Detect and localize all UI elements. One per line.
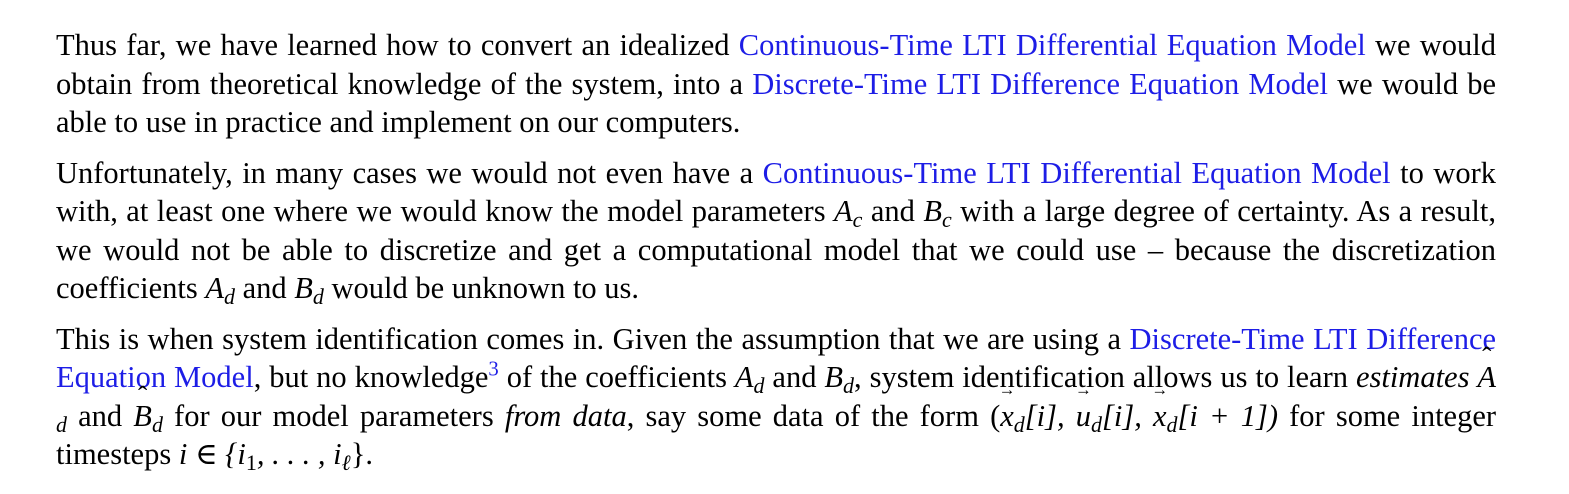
math-subscript: d xyxy=(1166,411,1178,437)
text-span: This is when system identification comes… xyxy=(56,321,1130,356)
paragraph-1: Thus far, we have learned how to convert… xyxy=(56,26,1496,142)
math-symbol: B xyxy=(824,360,844,394)
vector-u: → u xyxy=(1075,381,1092,436)
math-symbol: B xyxy=(294,271,313,305)
math-paren: ( xyxy=(990,398,1001,433)
document-body: Thus far, we have learned how to convert… xyxy=(56,26,1496,486)
math-subscript: d xyxy=(1091,411,1102,437)
vector-arrow-icon: → xyxy=(998,379,1016,399)
math-Ad: Ad xyxy=(734,360,765,397)
vector-arrow-icon: → xyxy=(1075,379,1092,399)
footnote-marker[interactable]: 3 xyxy=(488,359,498,381)
text-span: and xyxy=(764,360,825,394)
vector-x: → x xyxy=(999,381,1016,436)
link-continuous-time-model[interactable]: Continuous-Time LTI Differential Equatio… xyxy=(763,156,1391,190)
paragraph-3: This is when system identification comes… xyxy=(56,320,1496,474)
math-symbol: x xyxy=(1152,398,1167,433)
text-span: , system identification allows us to lea… xyxy=(854,360,1356,394)
math-Bd: Bd xyxy=(824,360,854,397)
math-subscript: ℓ xyxy=(341,450,351,476)
math-Bd: Bd xyxy=(294,271,324,308)
math-index: [i], xyxy=(1102,398,1153,433)
text-span: and xyxy=(234,271,295,305)
math-symbol: u xyxy=(1075,398,1092,433)
math-timestep-set: i ∈ {i1, . . . , iℓ}. xyxy=(178,437,373,474)
hat-symbol: ̂A xyxy=(1477,358,1496,397)
emphasis-estimates: estimates xyxy=(1355,360,1470,394)
paragraph-2: Unfortunately, in many cases we would no… xyxy=(56,154,1496,308)
math-index: [i], xyxy=(1024,398,1076,433)
math-symbol: B xyxy=(923,194,942,228)
math-Ac: Ac xyxy=(834,194,862,231)
math-symbol: A xyxy=(205,271,224,305)
math-Bc: Bc xyxy=(923,194,951,231)
text-span: , but no knowledge xyxy=(253,360,489,394)
math-subscript: c xyxy=(852,207,863,233)
text-span: of the coefficients xyxy=(498,360,735,394)
math-symbol: A xyxy=(734,360,754,394)
math-subscript: d xyxy=(843,373,855,399)
math-subscript: d xyxy=(1013,411,1025,437)
hat-symbol: ̂B xyxy=(133,397,152,436)
emphasis-from-data: from data xyxy=(504,398,627,433)
math-set-close: }. xyxy=(350,437,373,471)
math-subscript: 1 xyxy=(245,450,257,476)
math-set-open: i ∈ {i xyxy=(178,437,246,471)
text-span: Unfortunately, in many cases we would no… xyxy=(56,155,763,190)
math-subscript: d xyxy=(753,373,765,399)
math-symbol: A xyxy=(1477,360,1497,394)
math-subscript: d xyxy=(223,284,235,310)
math-symbol: A xyxy=(834,194,853,228)
text-span: would be unknown to us. xyxy=(323,271,640,305)
vector-arrow-icon: → xyxy=(1151,379,1169,399)
text-span: for our model parameters xyxy=(162,398,505,433)
math-symbol: B xyxy=(133,398,152,433)
vector-x: → x xyxy=(1151,381,1168,436)
math-data-tuple: (→ xd[i], → ud[i], → xd[i + 1]) xyxy=(990,381,1278,436)
text-span: and xyxy=(66,398,134,433)
math-hat-Bd: ̂Bd xyxy=(133,397,163,436)
math-subscript: d xyxy=(151,411,163,437)
math-symbol: x xyxy=(1000,398,1014,433)
link-continuous-time-model[interactable]: Continuous-Time LTI Differential Equatio… xyxy=(739,28,1366,62)
math-set-mid: , . . . , i xyxy=(256,437,342,471)
math-subscript: c xyxy=(941,207,952,233)
math-subscript: d xyxy=(56,411,67,437)
text-span: Thus far, we have learned how to convert… xyxy=(56,28,739,62)
math-index: [i + 1]) xyxy=(1177,398,1278,433)
math-subscript: d xyxy=(312,284,324,310)
text-span: , say some data of the form xyxy=(626,398,991,433)
math-Ad: Ad xyxy=(205,271,235,308)
text-span: and xyxy=(862,194,924,228)
link-discrete-time-model[interactable]: Discrete-Time LTI Difference Equation Mo… xyxy=(752,67,1328,101)
